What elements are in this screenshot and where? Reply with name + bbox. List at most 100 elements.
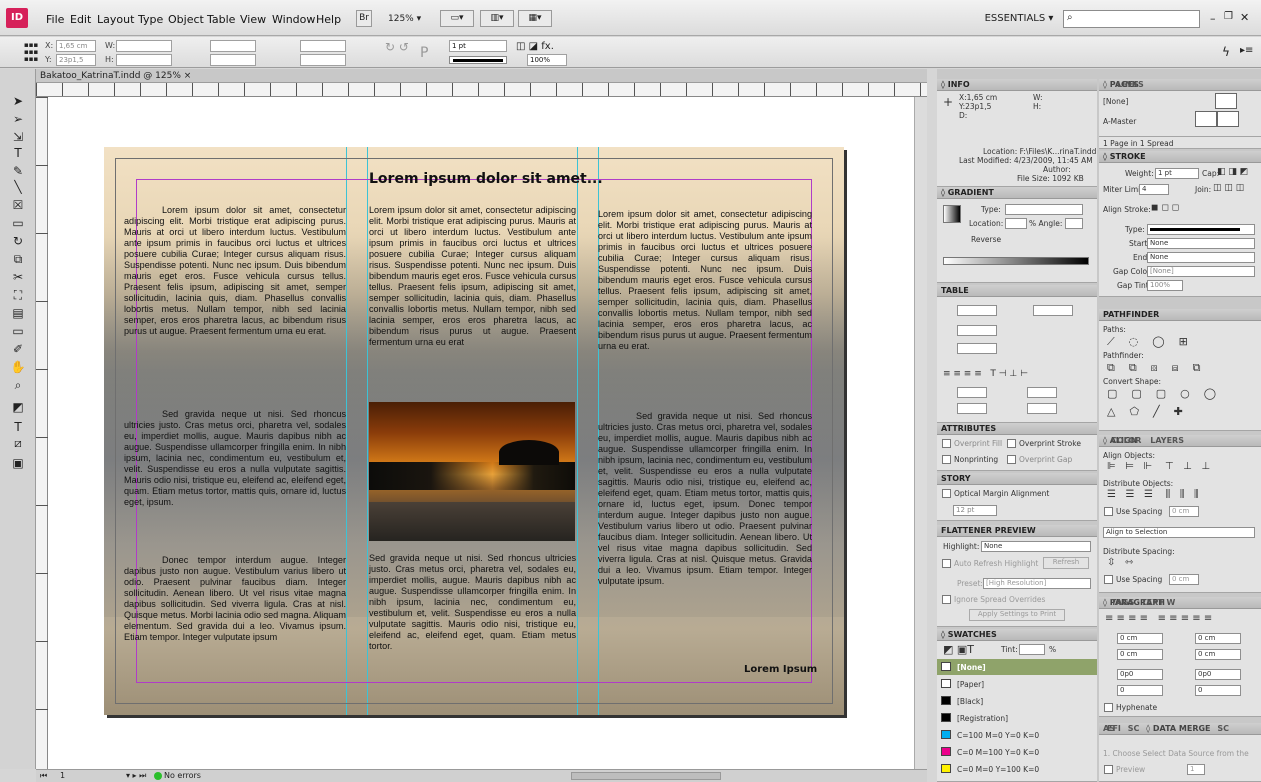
- swatch-row[interactable]: C=100 M=0 Y=0 K=0: [937, 727, 1097, 743]
- join-icons[interactable]: ◫ ◫ ◫: [1213, 183, 1244, 193]
- selection-tool-icon[interactable]: ➤: [9, 93, 27, 109]
- menu-table[interactable]: Table: [207, 13, 235, 26]
- menu-type[interactable]: Type: [138, 13, 163, 26]
- gap-tint-field[interactable]: 100%: [1147, 280, 1183, 291]
- menu-layout[interactable]: Layout: [97, 13, 134, 26]
- shear-field[interactable]: [300, 54, 346, 66]
- scissors-tool-icon[interactable]: ✂: [9, 269, 27, 285]
- reference-point-icon[interactable]: ▪▪▪ ▪▪▪ ▪▪▪: [24, 42, 38, 63]
- convert-shape-icons-2[interactable]: △ ⬠ ╱ ✚: [1107, 405, 1183, 418]
- apply-none-icon[interactable]: ⧄: [9, 435, 27, 451]
- page-nav-icon[interactable]: ▾ ▸ ⏭: [126, 771, 146, 781]
- refresh-button[interactable]: Refresh: [1043, 557, 1089, 569]
- convert-shape-icons[interactable]: ▢ ▢ ▢ ○ ◯: [1107, 387, 1216, 400]
- eyedropper-tool-icon[interactable]: ✐: [9, 341, 27, 357]
- tab-sc-2[interactable]: SC: [1217, 724, 1229, 733]
- use-spacing-2-checkbox[interactable]: [1104, 575, 1113, 584]
- rotate-field[interactable]: [300, 40, 346, 52]
- gradient-tool-icon[interactable]: ▤: [9, 305, 27, 321]
- scale-y-field[interactable]: [210, 54, 256, 66]
- line-tool-icon[interactable]: ╲: [9, 179, 27, 195]
- horizontal-scrollbar[interactable]: [571, 772, 721, 780]
- pathfinder-icons[interactable]: ⧉ ⧉ ⧇ ⧈ ⧉: [1107, 361, 1201, 375]
- menu-help[interactable]: Help: [316, 13, 341, 26]
- opacity-field[interactable]: 100%: [527, 54, 567, 66]
- miter-field[interactable]: 4: [1139, 184, 1169, 195]
- horizontal-ruler[interactable]: [36, 83, 927, 97]
- a-master-label[interactable]: A-Master: [1103, 117, 1136, 126]
- none-master-label[interactable]: [None]: [1103, 97, 1128, 106]
- stroke-type-select[interactable]: [1147, 224, 1255, 235]
- cell-inset-top[interactable]: [957, 387, 987, 398]
- document-canvas[interactable]: Lorem ipsum dolor sit amet... Lorem ipsu…: [48, 97, 927, 769]
- view-options-icon[interactable]: ▭▾: [440, 10, 474, 27]
- zoom-level-select[interactable]: 125% ▾: [388, 14, 421, 24]
- table-alignment-icons[interactable]: ≡ ≡ ≡ ≡ T ⊣ ⊥ ⊢: [943, 369, 1028, 379]
- story-panel-header[interactable]: STORY: [937, 473, 1097, 485]
- workspace-switcher[interactable]: ESSENTIALS ▾: [977, 10, 1061, 28]
- frame-tool-icon[interactable]: ☒: [9, 197, 27, 213]
- preview-checkbox[interactable]: [1104, 765, 1113, 774]
- apply-settings-button[interactable]: Apply Settings to Print: [969, 609, 1065, 621]
- minimize-icon[interactable]: –: [1210, 12, 1216, 25]
- restore-icon[interactable]: ❐: [1224, 11, 1233, 22]
- stroke-weight-field[interactable]: 1 pt: [449, 40, 507, 52]
- distribute-spacing-icons[interactable]: ⇳ ⇿: [1107, 557, 1133, 568]
- pencil-tool-icon[interactable]: ✎: [9, 163, 27, 179]
- tint-field[interactable]: [1019, 644, 1045, 655]
- cap-icons[interactable]: ◧ ◨ ◩: [1217, 167, 1248, 177]
- auto-refresh-checkbox[interactable]: [942, 559, 951, 568]
- page-number-field[interactable]: 1: [60, 771, 65, 780]
- ignore-overrides-checkbox[interactable]: [942, 595, 951, 604]
- search-input[interactable]: ⌕: [1063, 10, 1200, 28]
- pathfinder-panel-header[interactable]: PATHFINDER: [1099, 309, 1261, 321]
- column-1-paragraph-2[interactable]: Sed gravida neque ut nisi. Sed rhoncus u…: [124, 409, 346, 508]
- column-1-paragraph-1[interactable]: Lorem ipsum dolor sit amet, consectetur …: [124, 205, 346, 337]
- note-tool-icon[interactable]: ▭: [9, 323, 27, 339]
- distribute-object-icons[interactable]: ☰ ☰ ☰ ⫼ ⫼ ⫼: [1107, 489, 1199, 500]
- nonprinting-checkbox[interactable]: [942, 455, 951, 464]
- text-frame-icon[interactable]: P: [420, 45, 428, 61]
- drop-cap-chars-field[interactable]: 0: [1195, 685, 1241, 696]
- column-width-field[interactable]: [957, 343, 997, 354]
- align-object-icons[interactable]: ⊫ ⊨ ⊩ ⊤ ⊥ ⊥: [1107, 461, 1210, 472]
- tab-efi[interactable]: EFI: [1107, 724, 1121, 733]
- cell-inset-right[interactable]: [1027, 403, 1057, 414]
- fill-stroke-icon[interactable]: ◩: [9, 399, 27, 415]
- view-mode-icon[interactable]: ▣: [9, 455, 27, 471]
- fill-stroke-swatch-icon[interactable]: ◩ ▣T: [943, 643, 974, 656]
- direct-selection-tool-icon[interactable]: ➢: [9, 111, 27, 127]
- cell-inset-left[interactable]: [1027, 387, 1057, 398]
- master-left-thumb[interactable]: [1195, 111, 1217, 127]
- master-right-thumb[interactable]: [1217, 111, 1239, 127]
- screen-mode-icon[interactable]: ▥▾: [480, 10, 514, 27]
- optical-margin-checkbox[interactable]: [942, 489, 951, 498]
- tab-color[interactable]: COLOR: [1111, 436, 1141, 445]
- swatch-row[interactable]: [Black]: [937, 693, 1097, 709]
- gradient-location-field[interactable]: [1005, 218, 1027, 229]
- stroke-weight-field[interactable]: 1 pt: [1155, 168, 1199, 179]
- swatch-row[interactable]: [None]: [937, 659, 1097, 675]
- spacing-2-field[interactable]: 0 cm: [1169, 574, 1199, 585]
- tab-text-wrap[interactable]: TEXT W: [1141, 598, 1175, 607]
- gap-color-select[interactable]: [None]: [1147, 266, 1255, 277]
- end-select[interactable]: None: [1147, 252, 1255, 263]
- tab-layers[interactable]: LAYERS: [1150, 436, 1184, 445]
- frame-fitting-icon[interactable]: ◫ ◪ fx.: [516, 41, 554, 52]
- attributes-panel-header[interactable]: ATTRIBUTES: [937, 423, 1097, 435]
- quick-apply-icon[interactable]: ϟ: [1222, 45, 1230, 59]
- swatches-panel-header[interactable]: ◊ SWATCHES: [937, 629, 1097, 641]
- column-2-paragraph-2[interactable]: Sed gravida neque ut nisi. Sed rhoncus u…: [369, 553, 576, 652]
- vertical-scrollbar[interactable]: [914, 97, 927, 769]
- spacing-field[interactable]: 0 cm: [1169, 506, 1199, 517]
- preflight-errors[interactable]: No errors: [164, 771, 201, 780]
- column-3-paragraph-1[interactable]: Lorem ipsum dolor sit amet, consectetur …: [598, 209, 812, 352]
- free-transform-tool-icon[interactable]: ⛶: [9, 287, 27, 303]
- use-spacing-checkbox[interactable]: [1104, 507, 1113, 516]
- overprint-gap-checkbox[interactable]: [1007, 455, 1016, 464]
- type-tool-icon[interactable]: T: [9, 145, 27, 161]
- column-2-paragraph-1[interactable]: Lorem ipsum dolor sit amet, consectetur …: [369, 205, 576, 348]
- scale-tool-icon[interactable]: ⧉: [9, 251, 27, 267]
- tab-data-merge[interactable]: ◊ DATA MERGE: [1146, 724, 1210, 733]
- x-field[interactable]: 1,65 cm: [56, 40, 96, 52]
